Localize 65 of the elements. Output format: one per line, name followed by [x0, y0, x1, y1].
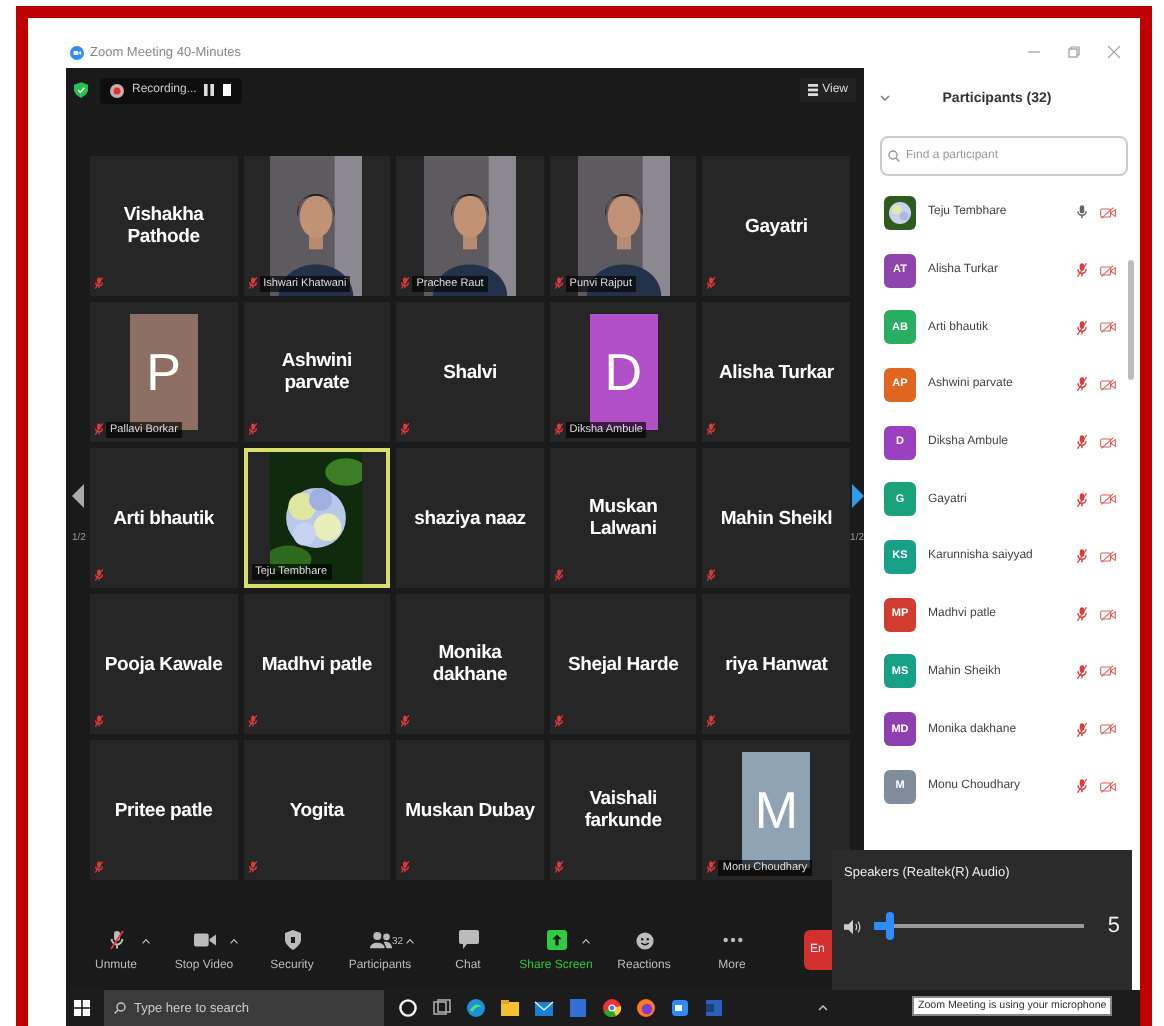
muted-mic-icon: [105, 929, 127, 949]
video-off-icon: [1100, 320, 1116, 335]
people-icon: [369, 929, 391, 949]
video-off-icon: [1100, 549, 1116, 564]
video-off-icon: [1100, 377, 1116, 392]
chevron-down-icon[interactable]: [880, 94, 890, 102]
pause-icon[interactable]: [204, 84, 215, 96]
participant-name: shaziya naaz: [412, 507, 528, 529]
video-off-icon: [1100, 205, 1116, 220]
record-icon: [110, 83, 124, 97]
chrome-icon[interactable]: [602, 998, 622, 1018]
scrollbar[interactable]: [1128, 260, 1134, 380]
participant-name: Gayatri: [743, 215, 810, 237]
shield-icon: [74, 82, 88, 98]
video-off-icon: [1100, 664, 1116, 679]
video-off-icon: [1100, 607, 1116, 622]
close-icon[interactable]: [1108, 46, 1120, 58]
previous-page-arrow-icon[interactable]: [72, 484, 85, 508]
caret-icon[interactable]: [230, 937, 238, 943]
stop-icon[interactable]: [222, 84, 233, 96]
browser-swirl-icon[interactable]: [466, 998, 486, 1018]
participant-name: Yogita: [287, 799, 347, 821]
folder-icon[interactable]: [500, 998, 520, 1018]
participant-name: Ashwini parvate: [279, 350, 354, 394]
participant-name: Muskan Dubay: [403, 799, 537, 821]
participant-name: Mahin Sheikl: [718, 507, 835, 529]
participant-name: Vishakha Pathode: [121, 204, 206, 248]
video-off-icon: [1100, 722, 1116, 737]
participant-name: Vaishali farkunde: [582, 788, 664, 832]
firefox-icon[interactable]: [636, 998, 656, 1018]
volume-value: 5: [1105, 914, 1120, 938]
caret-icon[interactable]: [406, 937, 414, 943]
grid-icon: [808, 84, 819, 96]
video-app-icon[interactable]: [670, 998, 690, 1018]
share-screen-icon: [545, 929, 567, 949]
cortana-circle-icon[interactable]: [398, 998, 418, 1018]
smiley-icon: [633, 929, 655, 949]
chat-bubble-icon: [457, 929, 479, 949]
app-tile-icon[interactable]: [568, 998, 588, 1018]
video-off-icon: [1100, 435, 1116, 450]
next-page-arrow-icon[interactable]: [851, 484, 864, 508]
caret-icon[interactable]: [582, 937, 590, 943]
zoom-logo-icon: [70, 45, 84, 59]
task-view-icon[interactable]: [432, 998, 452, 1018]
participant-name: Shalvi: [441, 361, 499, 383]
caret-icon[interactable]: [142, 937, 150, 943]
speaker-icon[interactable]: [844, 917, 862, 935]
participant-name: Alisha Turkar: [716, 361, 836, 383]
video-camera-icon: [193, 929, 215, 949]
mail-icon[interactable]: [534, 998, 554, 1018]
participant-name: Madhvi patle: [259, 653, 374, 675]
participant-name: Pritee patle: [112, 799, 215, 821]
participant-name: riya Hanwat: [723, 653, 830, 675]
participant-name: Shejal Harde: [566, 653, 681, 675]
participant-name: Monika dakhane: [430, 642, 510, 686]
shield-icon: [281, 929, 303, 949]
avatar-picture-icon: [884, 195, 916, 230]
video-off-icon: [1100, 263, 1116, 278]
participant-name: Muskan Lalwani: [587, 496, 660, 540]
participant-name: Pooja Kawale: [102, 653, 225, 675]
video-off-icon: [1100, 492, 1116, 507]
windows-start-icon[interactable]: [74, 1000, 90, 1016]
participant-name: Arti bhautik: [111, 507, 216, 529]
video-off-icon: [1100, 779, 1116, 794]
document-app-icon[interactable]: [704, 998, 724, 1018]
